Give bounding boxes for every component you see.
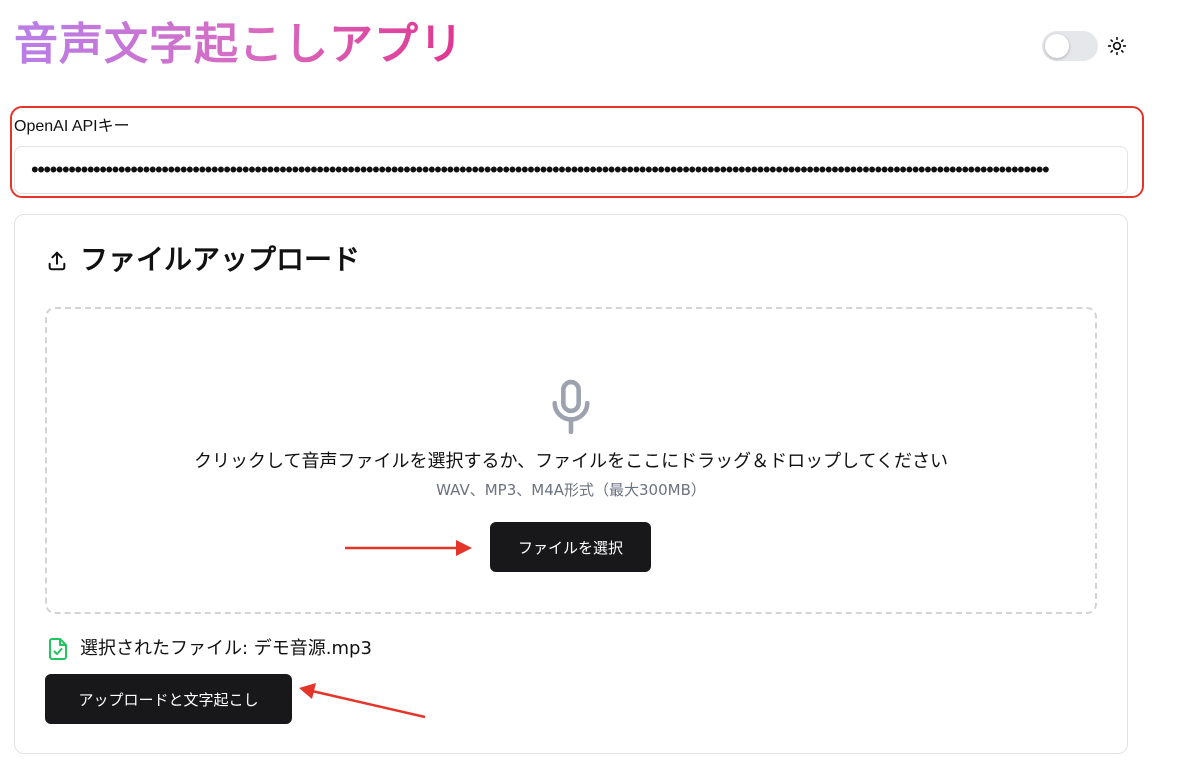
theme-toggle[interactable] xyxy=(1042,31,1098,61)
api-key-label: OpenAI APIキー xyxy=(14,118,130,135)
dropzone-instruction: クリックして音声ファイルを選択するか、ファイルをここにドラッグ＆ドロップしてくだ… xyxy=(193,451,948,472)
upload-icon xyxy=(48,251,66,271)
page: 音声文字起こしアプリ OpenAI APIキー ファイルアップロード クリックし… xyxy=(0,0,1200,782)
toggle-knob xyxy=(1045,34,1069,58)
api-key-input[interactable] xyxy=(14,146,1128,194)
file-check-icon xyxy=(49,638,67,660)
card-title: ファイルアップロード xyxy=(80,243,361,276)
sun-icon xyxy=(1107,36,1127,56)
select-file-button[interactable]: ファイルを選択 xyxy=(490,522,651,572)
upload-transcribe-button[interactable]: アップロードと文字起こし xyxy=(45,674,292,724)
app-title: 音声文字起こしアプリ xyxy=(14,14,464,76)
format-hint: WAV、MP3、M4A形式（最大300MB） xyxy=(436,481,706,499)
selected-file-text: 選択されたファイル: デモ音源.mp3 xyxy=(80,638,372,659)
microphone-icon xyxy=(552,379,590,435)
